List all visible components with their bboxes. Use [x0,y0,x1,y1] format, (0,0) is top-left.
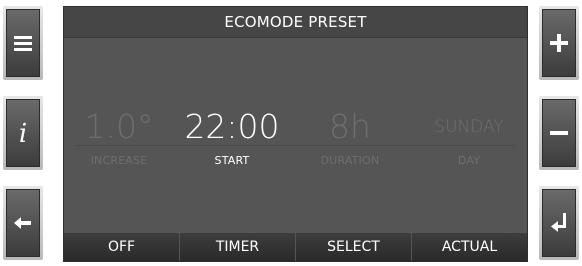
increase-value: 1.0° [84,107,154,146]
actual-button[interactable]: ACTUAL [411,233,527,261]
column-increase[interactable]: 1.0° INCREASE [64,107,174,167]
timer-button[interactable]: TIMER [179,233,295,261]
duration-label: DURATION [320,154,380,167]
start-label: START [214,154,250,167]
column-duration[interactable]: 8h DURATION [295,107,405,167]
display-screen: ECOMODE PRESET 1.0° INCREASE 22:00 START… [63,6,528,262]
screen-title: ECOMODE PRESET [64,7,527,38]
start-value: 22:00 [184,107,280,146]
day-label: DAY [457,154,481,167]
divider-line [76,145,515,146]
plus-icon [550,34,568,52]
enter-icon [551,213,566,232]
info-button[interactable]: i [3,96,43,170]
day-value: SUNDAY [434,117,504,137]
menu-icon [14,36,32,51]
off-button[interactable]: OFF [64,233,179,261]
menu-button[interactable] [3,6,43,80]
column-start[interactable]: 22:00 START [177,107,287,167]
minus-icon [550,131,568,135]
svg-text:i: i [19,119,27,148]
duration-value: 8h [329,107,371,146]
back-button[interactable] [3,186,43,260]
column-day[interactable]: SUNDAY DAY [414,107,524,167]
increase-label: INCREASE [90,154,148,167]
back-arrow-icon [14,217,31,229]
plus-button[interactable] [539,6,579,80]
minus-button[interactable] [539,96,579,170]
bottom-softkey-bar: OFF TIMER SELECT ACTUAL [64,233,527,261]
select-button[interactable]: SELECT [295,233,411,261]
info-icon: i [19,119,27,148]
enter-button[interactable] [539,186,579,260]
